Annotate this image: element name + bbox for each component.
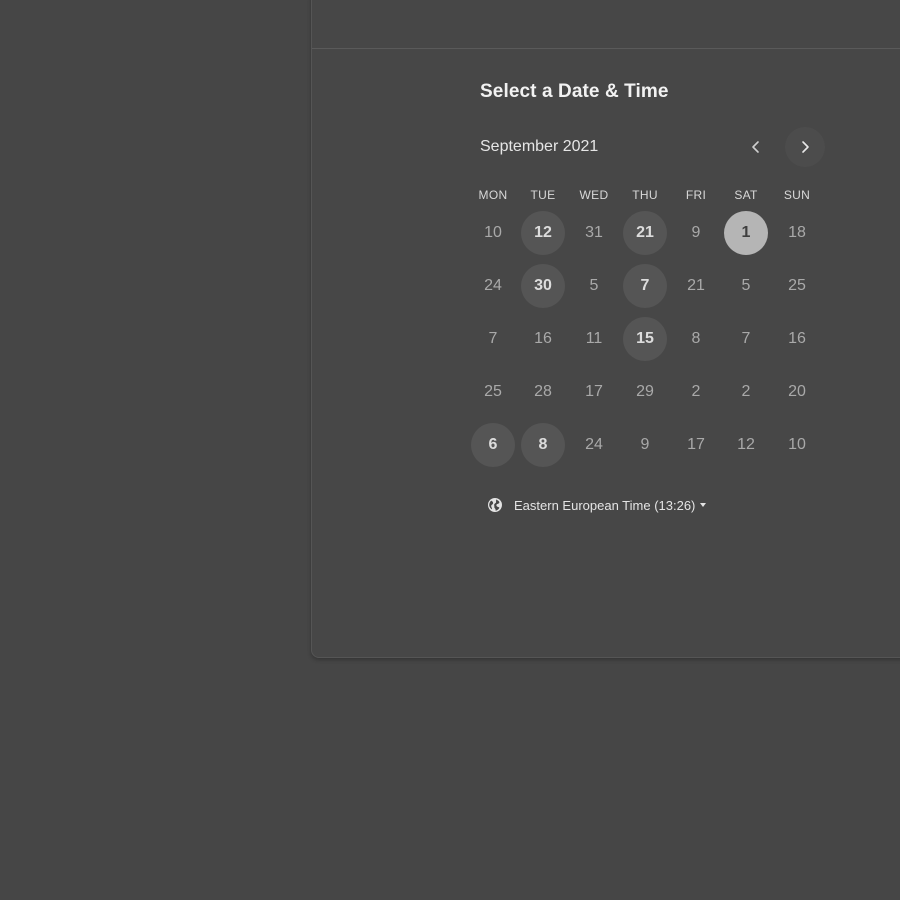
calendar-day: 29 <box>636 383 654 400</box>
calendar-day: 16 <box>788 330 806 347</box>
calendar-day: 12 <box>737 436 755 453</box>
calendar-day-available[interactable]: 30 <box>521 264 565 308</box>
calendar-day: 9 <box>691 224 701 241</box>
month-label: September 2021 <box>480 138 599 155</box>
calendar-day-available[interactable]: 6 <box>471 423 515 467</box>
chevron-left-icon <box>752 141 759 153</box>
calendar-day: 31 <box>585 224 603 241</box>
calendar-day: 2 <box>741 383 751 400</box>
calendar-day: 8 <box>691 330 701 347</box>
globe-icon <box>488 498 502 512</box>
weekday-fri: FRI <box>685 188 707 202</box>
calendar-day-available[interactable]: 15 <box>623 317 667 361</box>
calendar-day: 28 <box>534 383 552 400</box>
calendar-day: 24 <box>585 436 603 453</box>
page-title: Select a Date & Time <box>480 81 669 102</box>
calendar-day-available[interactable]: 8 <box>521 423 565 467</box>
calendar-day: 16 <box>534 330 552 347</box>
calendar-day-available[interactable]: 21 <box>623 211 667 255</box>
calendar-day: 21 <box>687 277 705 294</box>
next-month-button[interactable] <box>785 127 825 167</box>
calendar-day: 18 <box>788 224 806 241</box>
calendar-day: 17 <box>687 436 705 453</box>
calendar-day: 5 <box>589 277 599 294</box>
weekday-sun: SUN <box>783 188 811 202</box>
calendar-day-selected[interactable]: 1 <box>724 211 768 255</box>
calendar-day: 10 <box>788 436 806 453</box>
calendar-day: 2 <box>691 383 701 400</box>
calendar-day: 7 <box>488 330 498 347</box>
chevron-right-icon <box>802 141 809 153</box>
calendar-day: 9 <box>640 436 650 453</box>
calendar-day-available[interactable]: 7 <box>623 264 667 308</box>
timezone-label: Eastern European Time (13:26) <box>514 497 696 513</box>
calendar-day: 20 <box>788 383 806 400</box>
scheduler-card: Select a Date & Time September 2021 MON T… <box>311 0 900 658</box>
card-divider <box>312 48 900 49</box>
calendar-day: 17 <box>585 383 603 400</box>
weekday-mon: MON <box>478 188 508 202</box>
calendar-day-available[interactable]: 12 <box>521 211 565 255</box>
timezone-selector[interactable]: Eastern European Time (13:26) <box>487 497 707 513</box>
weekday-tue: TUE <box>530 188 556 202</box>
weekday-wed: WED <box>579 188 609 202</box>
caret-down-icon <box>700 503 707 507</box>
calendar-day: 11 <box>585 330 603 347</box>
page: Select a Date & Time September 2021 MON T… <box>0 0 900 900</box>
calendar-day: 25 <box>484 383 502 400</box>
previous-month-button[interactable] <box>736 127 776 167</box>
calendar-day: 25 <box>788 277 806 294</box>
calendar-day: 10 <box>484 224 502 241</box>
calendar-day: 24 <box>484 277 502 294</box>
weekday-thu: THU <box>632 188 658 202</box>
weekday-sat: SAT <box>734 188 758 202</box>
calendar-day: 5 <box>741 277 751 294</box>
calendar-day: 7 <box>741 330 751 347</box>
